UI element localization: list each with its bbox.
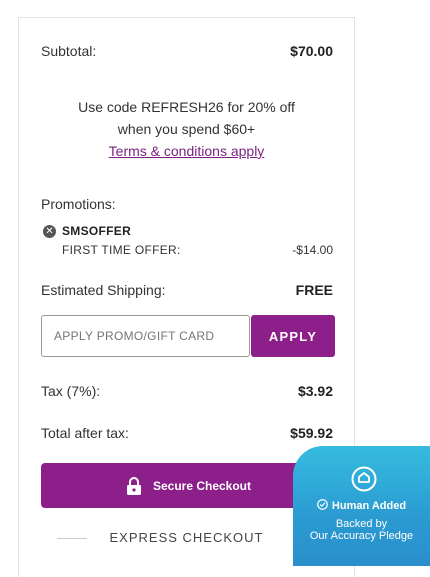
shipping-row: Estimated Shipping: FREE [41,282,333,298]
promo-message-line2: when you spend $60+ [117,121,256,137]
total-label: Total after tax: [41,425,129,441]
total-value: $59.92 [290,425,333,441]
express-checkout-label: EXPRESS CHECKOUT [109,530,264,545]
promo-message: Use code REFRESH26 for 20% off when you … [19,96,354,162]
promo-code: SMSOFFER [62,224,132,238]
badge-title-row: Human Added [293,499,430,512]
promotions-label: Promotions: [41,196,116,212]
total-row: Total after tax: $59.92 [41,425,333,441]
shipping-label: Estimated Shipping: [41,282,166,298]
secure-checkout-button[interactable]: Secure Checkout [41,463,335,508]
subtotal-row: Subtotal: $70.00 [41,43,333,59]
badge-subtitle-line1: Backed by [335,518,388,530]
badge-subtitle-line2: Our Accuracy Pledge [309,530,414,542]
remove-promo-icon[interactable]: ✕ [43,225,56,238]
subtotal-label: Subtotal: [41,43,97,59]
tax-label: Tax (7%): [41,383,101,399]
accuracy-pledge-badge[interactable]: Human Added Backed by Our Accuracy Pledg… [293,446,430,566]
badge-title: Human Added [331,500,407,512]
tax-row: Tax (7%): $3.92 [41,383,333,399]
terms-link[interactable]: Terms & conditions apply [109,143,265,159]
tax-value: $3.92 [297,383,333,399]
shipping-value: FREE [295,282,333,298]
apply-button[interactable]: APPLY [251,315,335,357]
divider [57,538,87,539]
secure-checkout-label: Secure Checkout [152,478,252,493]
check-circle-icon [317,499,328,510]
lock-icon [126,476,141,495]
promo-code-input[interactable] [41,315,250,357]
promo-message-line1: Use code REFRESH26 for 20% off [78,99,295,115]
promo-amount: -$14.00 [292,243,333,257]
badge-logo-icon [351,466,377,492]
subtotal-value: $70.00 [290,43,333,59]
promo-description: FIRST TIME OFFER: [62,243,181,257]
